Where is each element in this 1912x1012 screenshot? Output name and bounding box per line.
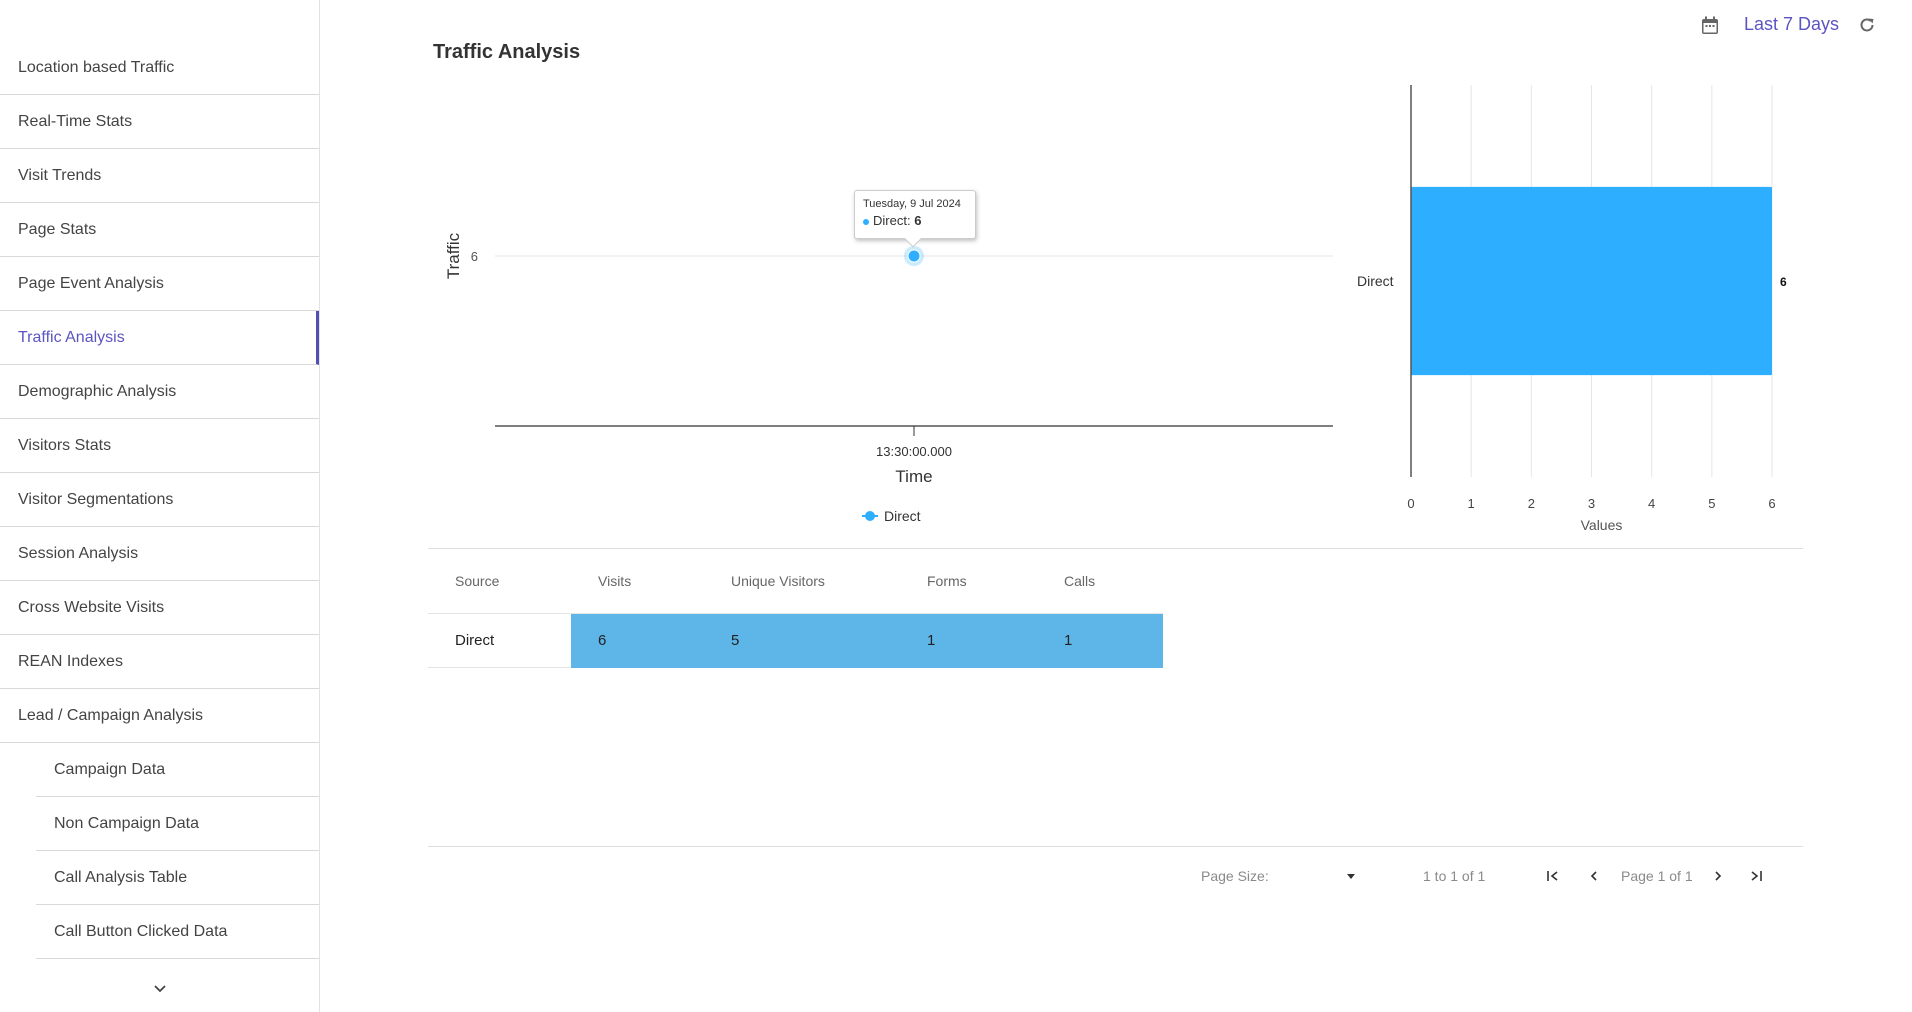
last-page-button[interactable] xyxy=(1749,869,1763,886)
cell-visits: 6 xyxy=(571,613,704,668)
sidebar-item-call-button-clicked-data[interactable]: Call Button Clicked Data xyxy=(36,905,319,959)
pagination-bar: Page Size: 1 to 1 of 1 Page 1 of 1 xyxy=(0,868,1912,890)
prev-page-icon[interactable] xyxy=(1587,869,1601,883)
x-axis-title: Values xyxy=(1581,517,1623,533)
y-category-label: Direct xyxy=(1357,273,1394,289)
page-size-label: Page Size: xyxy=(1201,868,1269,884)
previous-page-button[interactable] xyxy=(1587,869,1601,886)
row-range-text: 1 to 1 of 1 xyxy=(1423,868,1486,884)
pagination-divider xyxy=(428,846,1803,847)
x-tick-label: 0 xyxy=(1407,496,1414,511)
column-header-source[interactable]: Source xyxy=(428,549,571,614)
last-page-icon[interactable] xyxy=(1749,869,1763,883)
x-tick-label: 6 xyxy=(1768,496,1775,511)
cell-source: Direct xyxy=(428,613,571,668)
cell-unique-visitors: 5 xyxy=(704,613,900,668)
bar-data-label: 6 xyxy=(1780,275,1787,289)
table-row[interactable]: Direct 6 5 1 1 xyxy=(428,613,1163,668)
x-tick-label: 1 xyxy=(1468,496,1475,511)
x-tick-label: 3 xyxy=(1588,496,1595,511)
bar-chart: 0 1 2 3 4 5 6 Direct 6 Values xyxy=(1357,85,1787,533)
cell-calls: 1 xyxy=(1037,613,1163,668)
next-page-icon[interactable] xyxy=(1711,869,1725,883)
page-size-select[interactable] xyxy=(1262,868,1358,888)
cell-forms: 1 xyxy=(900,613,1037,668)
chevron-down-icon[interactable] xyxy=(153,984,167,993)
column-header-calls[interactable]: Calls xyxy=(1037,549,1163,614)
table-body: Direct 6 5 1 1 xyxy=(428,613,1163,668)
sidebar-scroll-more[interactable] xyxy=(0,980,319,996)
column-header-unique-visitors[interactable]: Unique Visitors xyxy=(704,549,900,614)
first-page-button[interactable] xyxy=(1546,869,1560,886)
dropdown-caret-icon[interactable] xyxy=(1346,874,1356,880)
column-header-forms[interactable]: Forms xyxy=(900,549,1037,614)
sidebar-item-campaign-data[interactable]: Campaign Data xyxy=(36,743,319,797)
x-tick-label: 5 xyxy=(1708,496,1715,511)
column-header-visits[interactable]: Visits xyxy=(571,549,704,614)
sidebar-item-cross-website-visits[interactable]: Cross Website Visits xyxy=(0,581,319,635)
next-page-button[interactable] xyxy=(1711,869,1725,886)
page-indicator: Page 1 of 1 xyxy=(1621,868,1693,884)
first-page-icon[interactable] xyxy=(1546,869,1560,883)
traffic-table: Source Visits Unique Visitors Forms Calls Di… xyxy=(428,549,1163,668)
bar-direct xyxy=(1411,186,1772,376)
sidebar-item-rean-indexes[interactable]: REAN Indexes xyxy=(0,635,319,689)
sidebar-item-non-campaign-data[interactable]: Non Campaign Data xyxy=(36,797,319,851)
x-tick-label: 4 xyxy=(1648,496,1655,511)
x-tick-label: 2 xyxy=(1528,496,1535,511)
sidebar-item-lead-campaign-analysis[interactable]: Lead / Campaign Analysis xyxy=(0,689,319,743)
table-header-row: Source Visits Unique Visitors Forms Calls xyxy=(428,549,1163,614)
